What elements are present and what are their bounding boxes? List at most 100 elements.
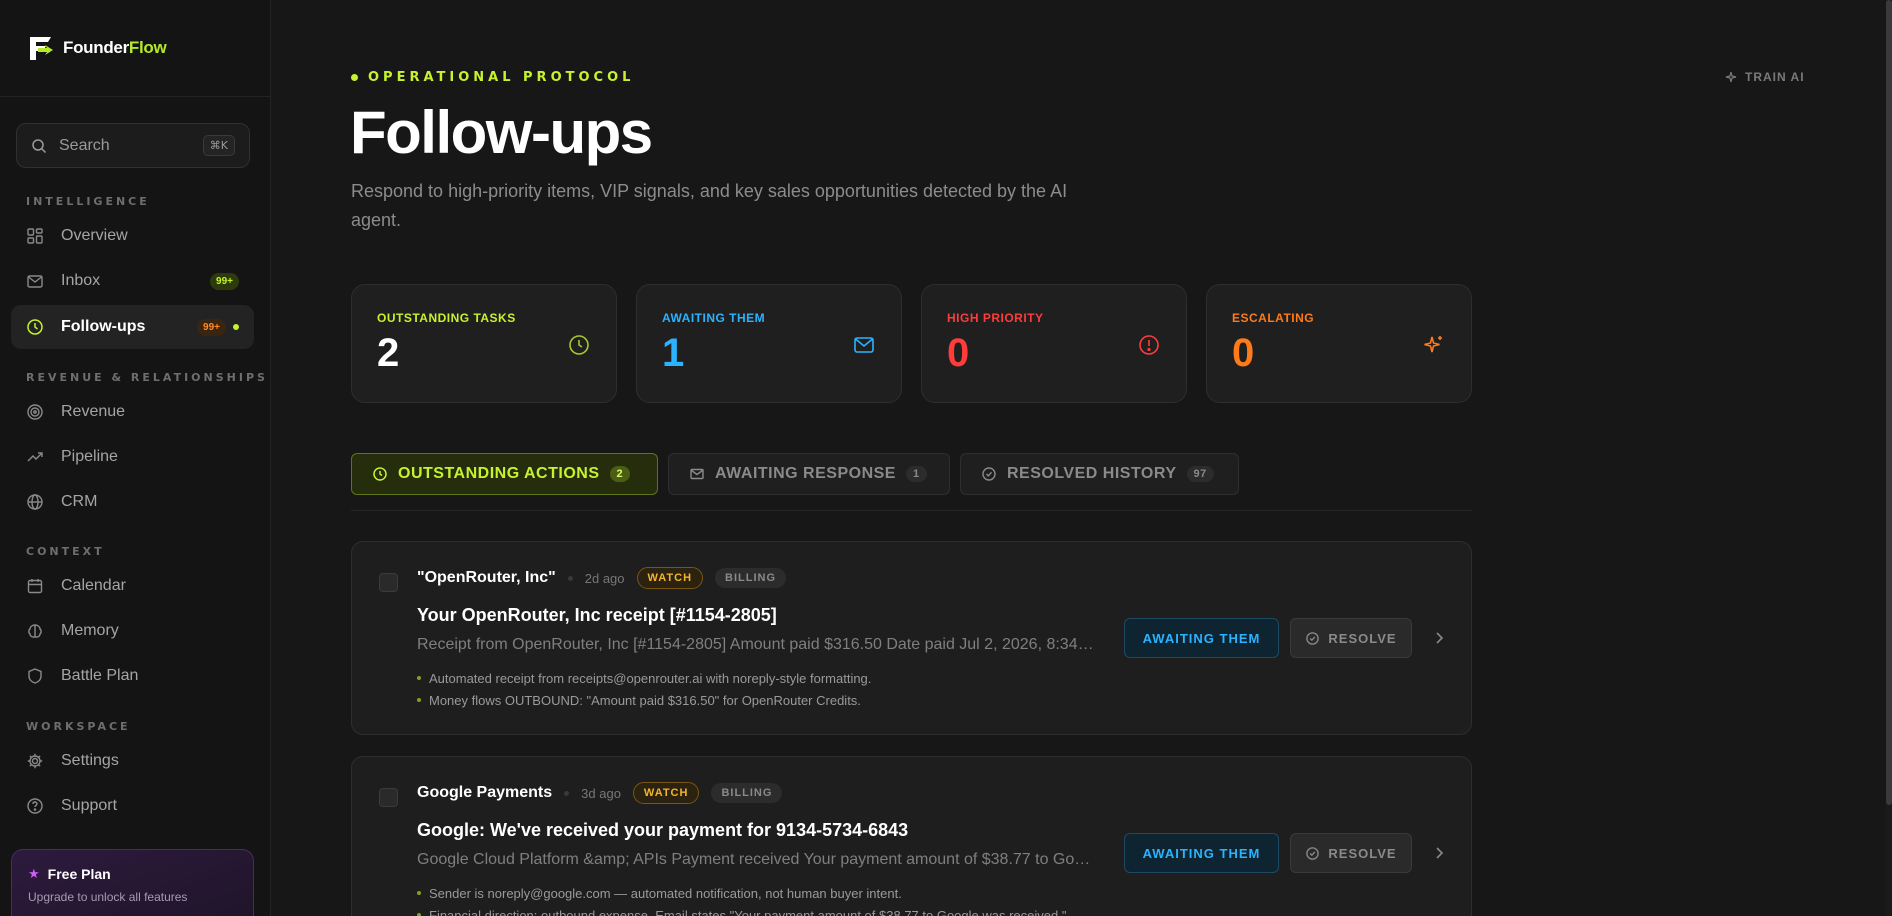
mail-icon [27, 275, 43, 288]
sidebar-item-overview[interactable]: Overview [11, 214, 254, 258]
eyebrow-dot [351, 74, 358, 81]
check-circle-icon [982, 467, 996, 481]
tab-awaiting-response[interactable]: AWAITING RESPONSE 1 [668, 453, 950, 495]
stat-value: 0 [947, 331, 970, 375]
alert-icon [1139, 335, 1159, 355]
search-placeholder: Search [59, 136, 110, 154]
stat-value: 2 [377, 331, 400, 375]
sidebar-item-label: Calendar [61, 577, 126, 594]
grid-icon [27, 228, 43, 244]
section-label-workspace: WORKSPACE [26, 720, 131, 733]
sidebar-item-pipeline[interactable]: Pipeline [11, 435, 254, 479]
sidebar-item-label: Memory [61, 622, 119, 639]
insight-item: Money flows OUTBOUND: "Amount paid $316.… [417, 689, 871, 711]
stat-value: 1 [662, 331, 685, 375]
separator-dot [567, 575, 573, 581]
separator-dot [564, 790, 570, 796]
sidebar-item-label: Follow-ups [61, 318, 146, 335]
sidebar-item-label: Support [61, 797, 118, 814]
billing-tag: BILLING [715, 568, 787, 588]
plan-subtitle: Upgrade to unlock all features [28, 890, 188, 904]
insight-item: Financial direction: outbound expense. E… [417, 904, 1066, 916]
card-header: Google Payments 3d ago WATCH BILLING [417, 782, 783, 804]
card-insights: Automated receipt from receipts@openrout… [417, 667, 871, 711]
resolve-button[interactable]: RESOLVE [1290, 618, 1412, 658]
brand[interactable]: FounderFlow [0, 0, 270, 97]
sidebar-item-calendar[interactable]: Calendar [11, 564, 254, 608]
calendar-icon [27, 579, 43, 594]
sidebar-item-follow-ups[interactable]: Follow-ups 99+ [11, 305, 254, 349]
sidebar-item-revenue[interactable]: Revenue [11, 390, 254, 434]
tab-count: 97 [1186, 466, 1214, 482]
clock-icon [569, 335, 589, 355]
active-indicator-dot [233, 324, 239, 330]
card-insights: Sender is noreply@google.com — automated… [417, 882, 1066, 916]
upgrade-plan-card[interactable]: ★ Free Plan Upgrade to unlock all featur… [11, 849, 254, 916]
chevron-right-icon[interactable] [1430, 844, 1448, 862]
sidebar-item-support[interactable]: Support [11, 784, 254, 828]
scrollbar[interactable] [1886, 0, 1892, 916]
stat-label: OUTSTANDING TASKS [377, 311, 516, 325]
sidebar-item-label: Overview [61, 227, 128, 244]
sidebar-item-memory[interactable]: Memory [11, 609, 254, 653]
mail-icon [854, 337, 874, 353]
card-preview: Receipt from OpenRouter, Inc [#1154-2805… [417, 636, 1097, 653]
trend-icon [27, 452, 43, 462]
sidebar-item-label: Settings [61, 752, 119, 769]
resolve-button[interactable]: RESOLVE [1290, 833, 1412, 873]
clock-icon [27, 319, 43, 335]
sidebar-item-label: Pipeline [61, 448, 118, 465]
awaiting-them-button[interactable]: AWAITING THEM [1124, 833, 1279, 873]
stat-card-outstanding: OUTSTANDING TASKS 2 [351, 284, 617, 403]
card-time: 2d ago [584, 570, 625, 586]
follow-ups-count-badge: 99+ [197, 318, 226, 336]
stat-card-high-priority: HIGH PRIORITY 0 [921, 284, 1187, 403]
card-time: 3d ago [581, 785, 621, 801]
awaiting-them-button[interactable]: AWAITING THEM [1124, 618, 1279, 658]
sidebar-item-settings[interactable]: Settings [11, 739, 254, 783]
sidebar-item-inbox[interactable]: Inbox 99+ [11, 259, 254, 303]
card-header: "OpenRouter, Inc" 2d ago WATCH BILLING [417, 567, 787, 589]
page-eyebrow: OPERATIONAL PROTOCOL [351, 70, 634, 85]
section-label-revenue: REVENUE & RELATIONSHIPS [26, 371, 268, 384]
chevron-right-icon[interactable] [1430, 629, 1448, 647]
brand-name: FounderFlow [63, 38, 167, 57]
sidebar-item-crm[interactable]: CRM [11, 480, 254, 524]
brain-icon [28, 624, 42, 638]
gear-icon [27, 753, 43, 769]
check-circle-icon [1306, 631, 1320, 645]
stat-label: AWAITING THEM [662, 311, 766, 325]
search-input[interactable]: Search ⌘K [16, 123, 250, 168]
section-label-intelligence: INTELLIGENCE [26, 195, 150, 208]
scrollbar-thumb[interactable] [1886, 0, 1892, 805]
follow-up-card[interactable]: "OpenRouter, Inc" 2d ago WATCH BILLING Y… [351, 541, 1472, 735]
page-title: Follow-ups [350, 99, 653, 166]
tab-label: OUTSTANDING ACTIONS [398, 465, 600, 482]
tab-resolved-history[interactable]: RESOLVED HISTORY 97 [960, 453, 1239, 495]
sidebar-item-battle-plan[interactable]: Battle Plan [11, 654, 254, 698]
stat-label: HIGH PRIORITY [947, 311, 1044, 325]
card-subject: Your OpenRouter, Inc receipt [#1154-2805… [417, 605, 777, 625]
stat-card-awaiting: AWAITING THEM 1 [636, 284, 902, 403]
card-sender: "OpenRouter, Inc" [417, 569, 556, 586]
tab-outstanding-actions[interactable]: OUTSTANDING ACTIONS 2 [351, 453, 658, 495]
tab-count: 2 [609, 466, 631, 482]
mail-icon [690, 468, 704, 480]
sparkles-icon [1725, 71, 1737, 83]
stat-label: ESCALATING [1232, 311, 1315, 325]
select-checkbox[interactable] [379, 573, 398, 592]
stat-card-escalating: ESCALATING 0 [1206, 284, 1472, 403]
billing-tag: BILLING [711, 783, 783, 803]
shield-icon [28, 668, 42, 684]
tab-label: RESOLVED HISTORY [1007, 465, 1177, 482]
tab-label: AWAITING RESPONSE [715, 465, 896, 482]
sparkles-icon [1424, 336, 1442, 353]
tab-count: 1 [905, 466, 927, 482]
train-ai-button[interactable]: TRAIN AI [1724, 70, 1805, 84]
follow-up-card[interactable]: Google Payments 3d ago WATCH BILLING Goo… [351, 756, 1472, 916]
search-icon [32, 138, 47, 153]
sidebar-item-label: CRM [61, 493, 98, 510]
check-circle-icon [1306, 846, 1320, 860]
clock-icon [373, 467, 387, 481]
select-checkbox[interactable] [379, 788, 398, 807]
